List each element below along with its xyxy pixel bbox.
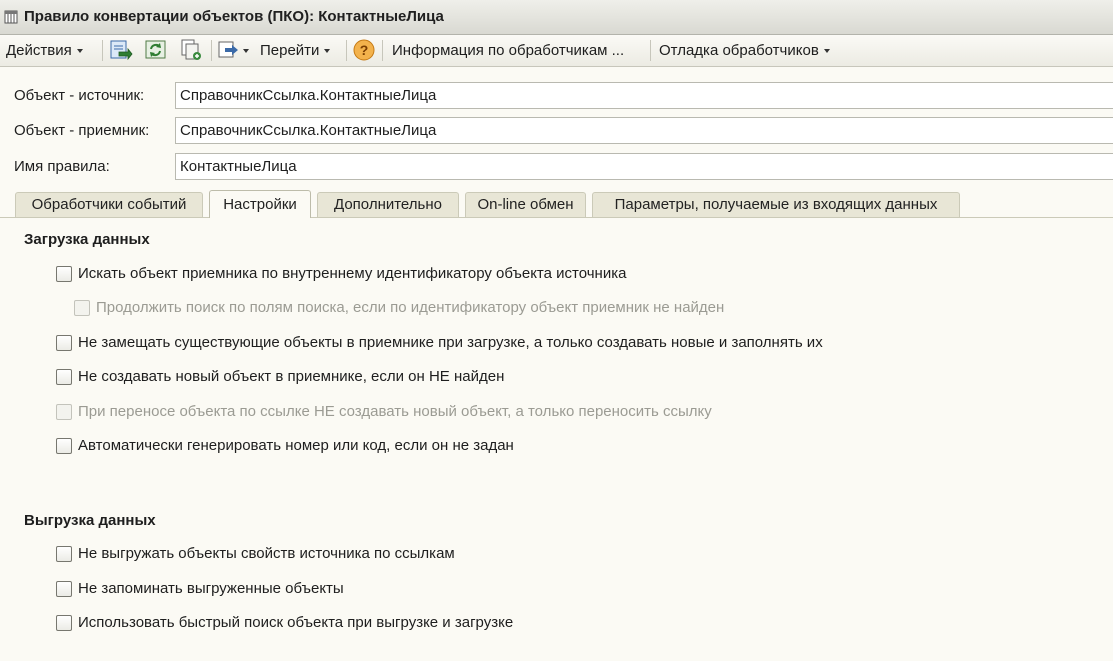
save-button[interactable]	[107, 38, 133, 62]
option-label: При переносе объекта по ссылке НЕ создав…	[78, 403, 712, 420]
tab-additional[interactable]: Дополнительно	[317, 192, 459, 217]
target-object-label: Объект - приемник:	[14, 122, 150, 139]
debug-handlers-label: Отладка обработчиков	[659, 42, 819, 59]
option-label: Использовать быстрый поиск объекта при в…	[78, 614, 514, 631]
window-form-icon	[4, 10, 18, 28]
toolbar-divider	[102, 40, 103, 61]
option-label: Не выгружать объекты свойств источника п…	[78, 545, 455, 562]
tab-online-exchange[interactable]: On-line обмен	[465, 192, 586, 217]
toolbar-divider	[346, 40, 347, 61]
window-title: Правило конвертации объектов (ПКО): Конт…	[24, 8, 444, 25]
tab-bar: Обработчики событий Настройки Дополнител…	[0, 190, 1113, 218]
command-bar: Действия Перейти ? Информация по обработ…	[0, 35, 1113, 67]
toolbar-divider	[650, 40, 651, 61]
goto-menu[interactable]: Перейти	[260, 40, 331, 62]
window-titlebar: Правило конвертации объектов (ПКО): Конт…	[0, 0, 1113, 35]
checkbox[interactable]	[56, 266, 72, 282]
actions-menu[interactable]: Действия	[6, 40, 83, 62]
help-icon: ?	[353, 39, 375, 61]
toolbar-divider	[211, 40, 212, 61]
checkbox[interactable]	[56, 404, 72, 420]
rule-name-field[interactable]: КонтактныеЛица	[175, 153, 1113, 180]
svg-text:?: ?	[360, 42, 369, 58]
handlers-info-label: Информация по обработчикам ...	[392, 42, 625, 59]
checkbox[interactable]	[56, 615, 72, 631]
source-object-label: Объект - источник:	[14, 87, 145, 104]
chevron-down-icon	[823, 49, 830, 54]
source-object-field[interactable]: СправочникСсылка.КонтактныеЛица	[175, 82, 1113, 109]
save-icon	[110, 40, 133, 61]
option-label: Не запоминать выгруженные объекты	[78, 580, 344, 597]
option-label: Не создавать новый объект в приемнике, е…	[78, 368, 505, 385]
checkbox[interactable]	[56, 369, 72, 385]
target-object-field[interactable]: СправочникСсылка.КонтактныеЛица	[175, 117, 1113, 144]
navigate-dropdown-button[interactable]	[216, 38, 254, 62]
navigate-icon	[218, 41, 249, 58]
debug-handlers-menu[interactable]: Отладка обработчиков	[659, 40, 830, 62]
tab-incoming-parameters[interactable]: Параметры, получаемые из входящих данных	[592, 192, 960, 217]
option-label: Продолжить поиск по полям поиска, если п…	[96, 299, 725, 316]
chevron-down-icon	[324, 49, 331, 54]
checkbox[interactable]	[56, 438, 72, 454]
checkbox[interactable]	[56, 546, 72, 562]
goto-menu-label: Перейти	[260, 42, 320, 59]
chevron-down-icon	[76, 49, 83, 54]
handlers-info-button[interactable]: Информация по обработчикам ...	[392, 40, 624, 62]
help-button[interactable]: ?	[351, 38, 377, 62]
copy-icon	[181, 39, 201, 60]
load-section-title: Загрузка данных	[24, 231, 150, 248]
tab-event-handlers[interactable]: Обработчики событий	[15, 192, 203, 217]
checkbox[interactable]	[56, 335, 72, 351]
rule-name-label: Имя правила:	[14, 158, 110, 175]
unload-section-title: Выгрузка данных	[24, 512, 156, 529]
tab-settings[interactable]: Настройки	[209, 190, 311, 218]
tab-divider	[0, 217, 1113, 218]
checkbox[interactable]	[74, 300, 90, 316]
option-label: Не замещать существующие объекты в прием…	[78, 334, 823, 351]
option-label: Искать объект приемника по внутреннему и…	[78, 265, 627, 282]
copy-button[interactable]	[178, 38, 204, 62]
toolbar-divider	[382, 40, 383, 61]
refresh-icon	[145, 40, 166, 59]
refresh-button[interactable]	[143, 38, 169, 62]
option-label: Автоматически генерировать номер или код…	[78, 437, 514, 454]
checkbox[interactable]	[56, 581, 72, 597]
actions-menu-label: Действия	[6, 42, 72, 59]
